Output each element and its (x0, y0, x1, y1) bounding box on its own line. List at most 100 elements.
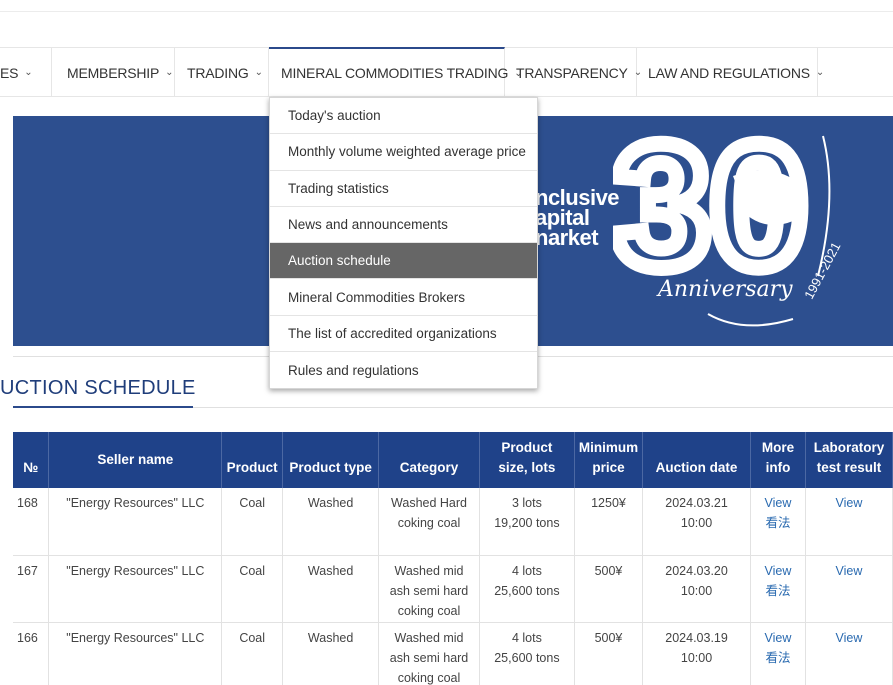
view-lab-link[interactable]: View (836, 496, 863, 510)
menu-item-accredited-organizations[interactable]: The list of accredited organizations (270, 316, 537, 353)
menu-item-auction-schedule[interactable]: Auction schedule (270, 243, 537, 280)
nav-item-mineral-commodities-trading[interactable]: MINERAL COMMODITIES TRADING ⌄ (269, 47, 523, 97)
category-line: Washed mid (394, 563, 464, 578)
cell-seller: "Energy Resources" LLC (48, 622, 223, 685)
col-header-seller: Seller name (48, 432, 223, 488)
cell-product: Coal (221, 622, 284, 685)
col-header-auction-date: Auction date (642, 432, 751, 488)
swash-icon (707, 313, 794, 327)
category-line: Washed mid (394, 630, 464, 645)
col-header-size-line1: Product (501, 440, 553, 455)
nav-item-label: LAW AND REGULATIONS (648, 64, 810, 81)
view-info-link-cn[interactable]: 看法 (765, 651, 790, 665)
size-tons: 19,200 tons (494, 516, 560, 530)
cell-category: Washed mid ash semi hard coking coal (378, 622, 480, 685)
col-header-min-price: Minimum price (574, 432, 644, 488)
nav-item-law-and-regulations[interactable]: LAW AND REGULATIONS ⌄ (637, 48, 824, 97)
col-header-more-info: More info (750, 432, 806, 488)
menu-item-trading-statistics[interactable]: Trading statistics (270, 171, 537, 207)
cell-min-price: 500¥ (574, 555, 644, 623)
cell-size: 3 lots 19,200 tons (479, 488, 575, 556)
cell-auction-date: 2024.03.20 10:00 (642, 555, 751, 623)
size-lots: 4 lots (511, 563, 542, 578)
cell-lab-result: View (805, 488, 893, 556)
banner-slogan: nclusive apital narket (535, 187, 620, 250)
banner-slogan-line3: narket (535, 225, 599, 250)
nav-item-label: TRADING (187, 64, 249, 81)
chevron-down-icon: ⌄ (165, 67, 174, 78)
top-divider (0, 11, 893, 12)
size-tons: 25,600 tons (494, 650, 560, 665)
nav-item-label: MINERAL COMMODITIES TRADING (281, 65, 509, 81)
nav-item-transparency[interactable]: TRANSPARENCY ⌄ (505, 48, 642, 97)
auction-time: 10:00 (680, 650, 713, 665)
cell-auction-date: 2024.03.21 10:00 (642, 488, 751, 556)
cell-product: Coal (221, 555, 284, 623)
auction-time: 10:00 (680, 583, 713, 598)
menu-item-todays-auction[interactable]: Today's auction (270, 98, 537, 135)
auction-date: 2024.03.20 (665, 563, 728, 578)
col-header-number: № (13, 432, 50, 488)
cell-more-info: View 看法 (750, 488, 806, 556)
category-line: coking coal (397, 516, 461, 530)
nav-item-membership[interactable]: MEMBERSHIP ⌄ (52, 48, 175, 97)
chevron-down-icon: ⌄ (24, 67, 33, 78)
nav-item-trading[interactable]: TRADING ⌄ (175, 48, 269, 97)
col-header-size: Product size, lots (479, 432, 575, 488)
col-header-product-type: Product type (282, 432, 380, 488)
cell-size: 4 lots 25,600 tons (479, 622, 575, 685)
col-header-lab-result: Laboratory test result (805, 432, 893, 488)
col-header-category: Category (378, 432, 480, 488)
auction-time: 10:00 (680, 516, 713, 530)
anniversary-script: Anniversary (656, 277, 793, 302)
category-line: coking coal (397, 670, 461, 685)
mineral-trading-dropdown: Today's auction Monthly volume weighted … (269, 97, 538, 390)
category-line: ash semi hard (389, 583, 469, 598)
nav-item-services[interactable]: ES ⌄ (0, 48, 52, 97)
nav-item-label: ES (0, 64, 19, 81)
menu-item-brokers[interactable]: Mineral Commodities Brokers (270, 279, 537, 316)
category-line: coking coal (397, 603, 461, 618)
main-nav: ES ⌄ MEMBERSHIP ⌄ TRADING ⌄ MINERAL COMMODI… (0, 47, 893, 97)
col-header-price-line1: Minimum (578, 440, 639, 455)
nav-item-label: TRANSPARENCY (516, 64, 628, 81)
cell-product-type: Washed (282, 622, 380, 685)
cell-auction-date: 2024.03.19 10:00 (642, 622, 751, 685)
view-info-link[interactable]: View (765, 631, 792, 645)
cell-number: 168 (13, 488, 50, 556)
cell-lab-result: View (805, 622, 893, 685)
menu-item-news-announcements[interactable]: News and announcements (270, 207, 537, 244)
auction-date: 2024.03.21 (665, 496, 728, 510)
menu-item-rules-regulations[interactable]: Rules and regulations (270, 352, 537, 388)
cell-min-price: 1250¥ (574, 488, 644, 556)
cell-product: Coal (221, 488, 284, 556)
col-header-product: Product (221, 432, 284, 488)
auction-date: 2024.03.19 (665, 630, 728, 645)
table-row: 166 "Energy Resources" LLC Coal Washed W… (13, 622, 893, 685)
cell-category: Washed mid ash semi hard coking coal (378, 555, 480, 623)
col-header-lab-line1: Laboratory (813, 440, 885, 455)
cell-seller: "Energy Resources" LLC (48, 555, 223, 623)
view-lab-link[interactable]: View (836, 631, 863, 645)
col-header-lab-line2: test result (816, 460, 882, 475)
cell-more-info: View 看法 (750, 555, 806, 623)
cell-lab-result: View (805, 555, 893, 623)
col-header-price-line2: price (592, 460, 625, 475)
view-info-link[interactable]: View (765, 496, 792, 510)
chevron-down-icon: ⌄ (815, 67, 825, 78)
view-info-link-cn[interactable]: 看法 (765, 584, 790, 598)
size-lots: 3 lots (511, 496, 542, 510)
view-info-link-cn[interactable]: 看法 (765, 516, 790, 530)
title-underline (13, 406, 193, 408)
view-info-link[interactable]: View (765, 564, 792, 578)
view-lab-link[interactable]: View (836, 564, 863, 578)
category-line: ash semi hard (389, 650, 469, 665)
auction-schedule-table: № Seller name Product Product type Categ… (13, 432, 893, 685)
cell-min-price: 500¥ (574, 622, 644, 685)
menu-item-monthly-vwap[interactable]: Monthly volume weighted average price (270, 134, 537, 171)
cell-more-info: View 看法 (750, 622, 806, 685)
table-row: 168 "Energy Resources" LLC Coal Washed W… (13, 488, 893, 556)
cell-number: 167 (13, 555, 50, 623)
category-line: Washed Hard (391, 496, 467, 510)
cell-number: 166 (13, 622, 50, 685)
